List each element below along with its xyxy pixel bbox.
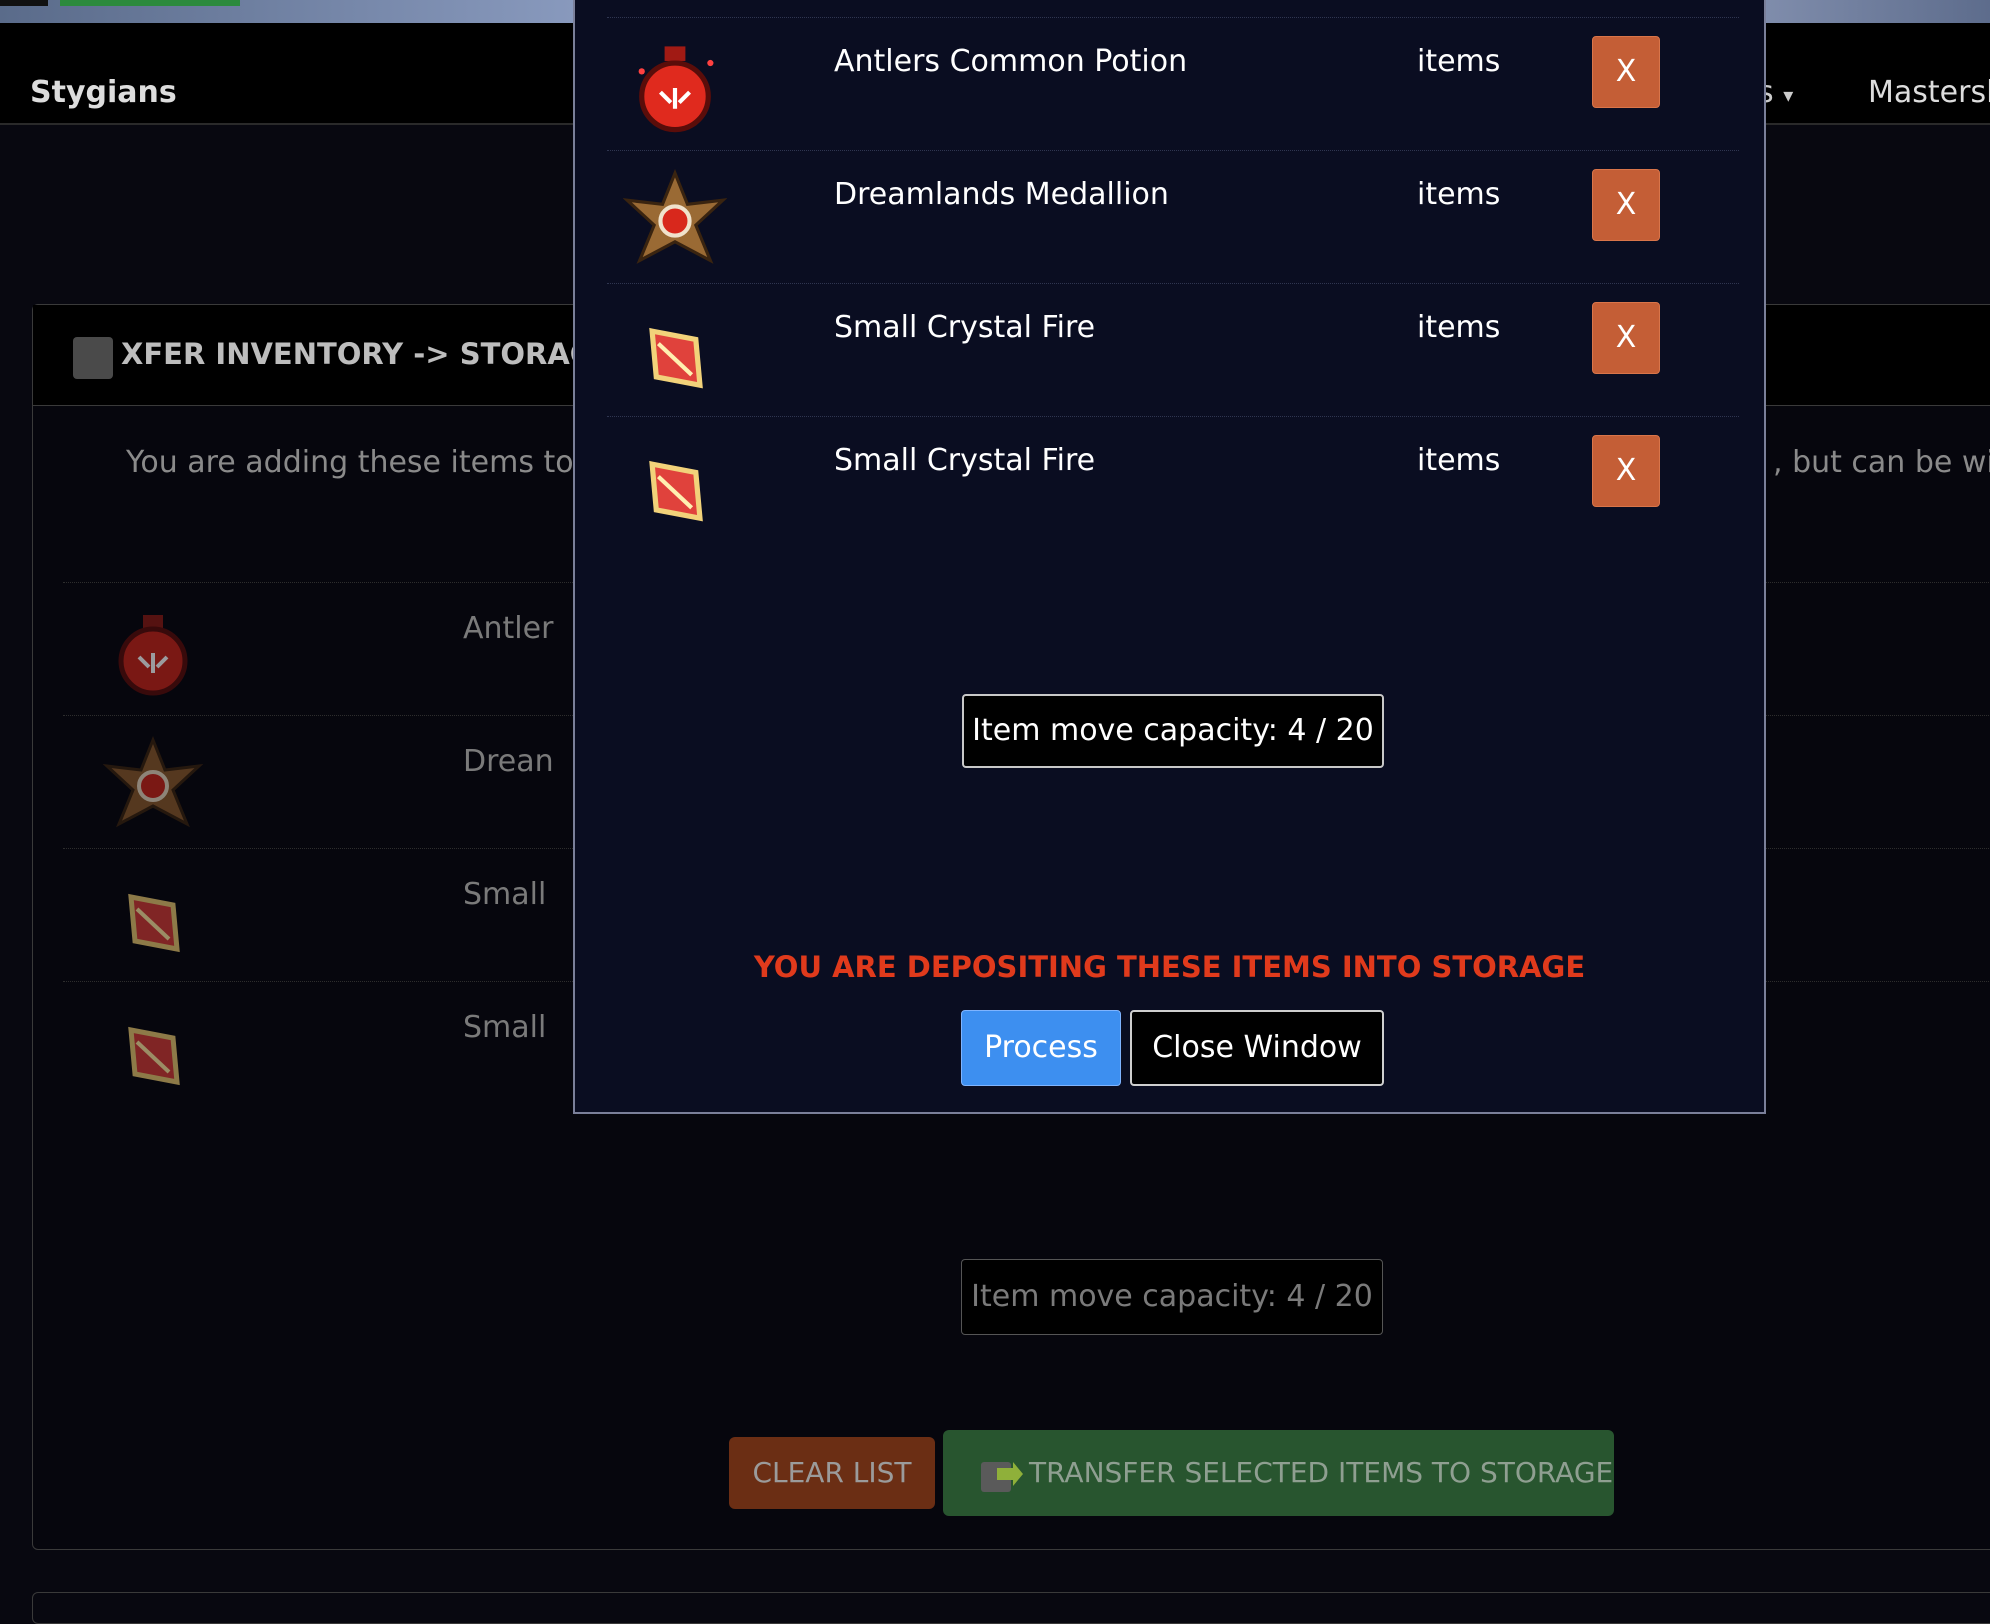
item-name: Small Crystal Fire bbox=[834, 310, 1096, 345]
medallion-icon bbox=[103, 736, 203, 828]
capacity-indicator: Item move capacity: 4 / 20 bbox=[961, 1259, 1383, 1335]
item-name: Dreamlands Medallion bbox=[834, 177, 1169, 212]
item-quantity: items bbox=[1417, 44, 1501, 79]
process-button[interactable]: Process bbox=[961, 1010, 1121, 1086]
deposit-warning: YOU ARE DEPOSITING THESE ITEMS INTO STOR… bbox=[753, 950, 1586, 984]
lower-panel bbox=[32, 1592, 1990, 1624]
item-quantity: items bbox=[1417, 177, 1501, 212]
deposit-modal: Antlers Common Potion items X Dreamlands… bbox=[573, 0, 1766, 1114]
medallion-icon bbox=[623, 169, 727, 264]
xfer-intro-text: You are adding these items to yo bbox=[126, 445, 620, 480]
banner-block bbox=[0, 0, 48, 6]
remove-item-button[interactable]: X bbox=[1592, 435, 1660, 507]
xfer-intro-text-right: , but can be with bbox=[1773, 445, 1990, 480]
remove-item-button[interactable]: X bbox=[1592, 169, 1660, 241]
clear-list-button[interactable]: CLEAR LIST bbox=[729, 1437, 935, 1509]
modal-capacity-indicator: Item move capacity: 4 / 20 bbox=[962, 694, 1384, 768]
remove-item-button[interactable]: X bbox=[1592, 36, 1660, 108]
modal-item-row: Antlers Common Potion items X bbox=[607, 17, 1739, 151]
crystal-icon bbox=[649, 460, 703, 522]
item-name: Small bbox=[463, 1010, 547, 1045]
close-window-button[interactable]: Close Window bbox=[1130, 1010, 1384, 1086]
item-quantity: items bbox=[1417, 310, 1501, 345]
nav-item-mastersli[interactable]: Mastersli bbox=[1868, 75, 1990, 110]
item-quantity: items bbox=[1417, 443, 1501, 478]
transfer-button-label: TRANSFER SELECTED ITEMS TO STORAGE bbox=[1029, 1456, 1614, 1489]
brand-link[interactable]: Stygians bbox=[30, 75, 177, 110]
potion-icon bbox=[638, 46, 714, 133]
crystal-icon bbox=[128, 1026, 180, 1086]
chest-icon bbox=[73, 337, 113, 379]
item-name: Drean bbox=[463, 744, 554, 779]
modal-item-row: Small Crystal Fire items X bbox=[607, 416, 1739, 550]
banner-green-bar bbox=[60, 0, 240, 6]
crystal-icon bbox=[649, 327, 703, 389]
potion-icon bbox=[118, 615, 188, 696]
item-name: Small Crystal Fire bbox=[834, 443, 1096, 478]
item-name: Small bbox=[463, 877, 547, 912]
modal-item-row: Small Crystal Fire items X bbox=[607, 283, 1739, 417]
remove-item-button[interactable]: X bbox=[1592, 302, 1660, 374]
crystal-icon bbox=[128, 893, 180, 953]
chevron-down-icon: ▾ bbox=[1783, 83, 1794, 107]
chest-arrow-icon bbox=[981, 1462, 1023, 1492]
transfer-button[interactable]: TRANSFER SELECTED ITEMS TO STORAGE bbox=[943, 1430, 1614, 1516]
item-name: Antler bbox=[463, 611, 554, 646]
item-name: Antlers Common Potion bbox=[834, 44, 1188, 79]
xfer-panel-title: XFER INVENTORY -> STORAGE: bbox=[121, 337, 626, 371]
modal-item-row: Dreamlands Medallion items X bbox=[607, 150, 1739, 284]
